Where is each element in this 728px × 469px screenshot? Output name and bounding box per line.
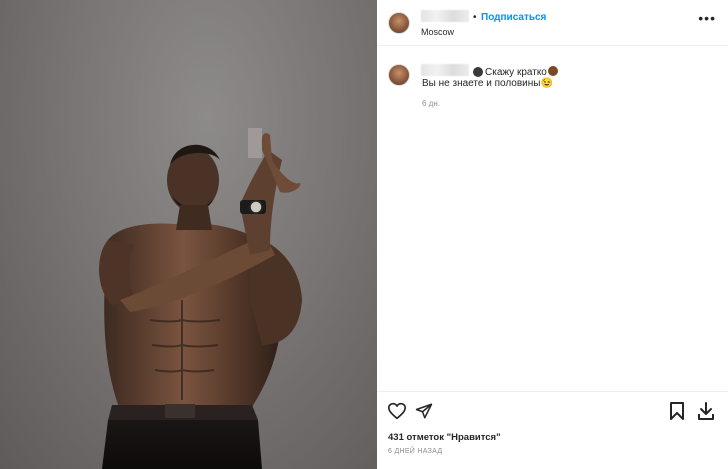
- comment-line2-text: Вы не знаете и половины: [422, 78, 541, 89]
- photo-figure: [99, 128, 302, 469]
- download-icon[interactable]: [697, 401, 715, 421]
- paper-plane-icon[interactable]: [415, 402, 433, 420]
- brown-circle-emoji-icon: [547, 66, 558, 76]
- dark-circle-emoji-icon: [473, 67, 483, 77]
- comment-username[interactable]: [421, 64, 469, 76]
- post-photo[interactable]: [0, 0, 377, 469]
- comment-age[interactable]: 6 дн.: [422, 99, 440, 108]
- author-username[interactable]: [421, 10, 469, 22]
- post-header: • Подписаться Moscow •••: [377, 0, 728, 46]
- likes-count[interactable]: 431 отметок "Нравится": [388, 432, 501, 443]
- author-avatar[interactable]: [388, 12, 410, 34]
- post-actions: 431 отметок "Нравится" 6 ДНЕЙ НАЗАД: [377, 391, 728, 469]
- comment-text-line1: Скажу кратко: [485, 66, 558, 78]
- bookmark-icon[interactable]: [669, 401, 685, 421]
- comment-avatar[interactable]: [388, 64, 410, 86]
- more-horizontal-icon[interactable]: •••: [698, 11, 716, 25]
- comment-line1-text: Скажу кратко: [485, 67, 547, 78]
- post-location[interactable]: Moscow: [421, 27, 454, 37]
- heart-icon[interactable]: [387, 402, 407, 420]
- wink-emoji-icon: 😉: [540, 78, 553, 89]
- post-side-panel: • Подписаться Moscow ••• Скажу кратко Вы…: [377, 0, 728, 469]
- post-date[interactable]: 6 ДНЕЙ НАЗАД: [388, 448, 442, 455]
- separator-dot: •: [473, 12, 477, 23]
- follow-button[interactable]: Подписаться: [481, 12, 546, 23]
- comment-text-line2: Вы не знаете и половины😉: [422, 78, 553, 89]
